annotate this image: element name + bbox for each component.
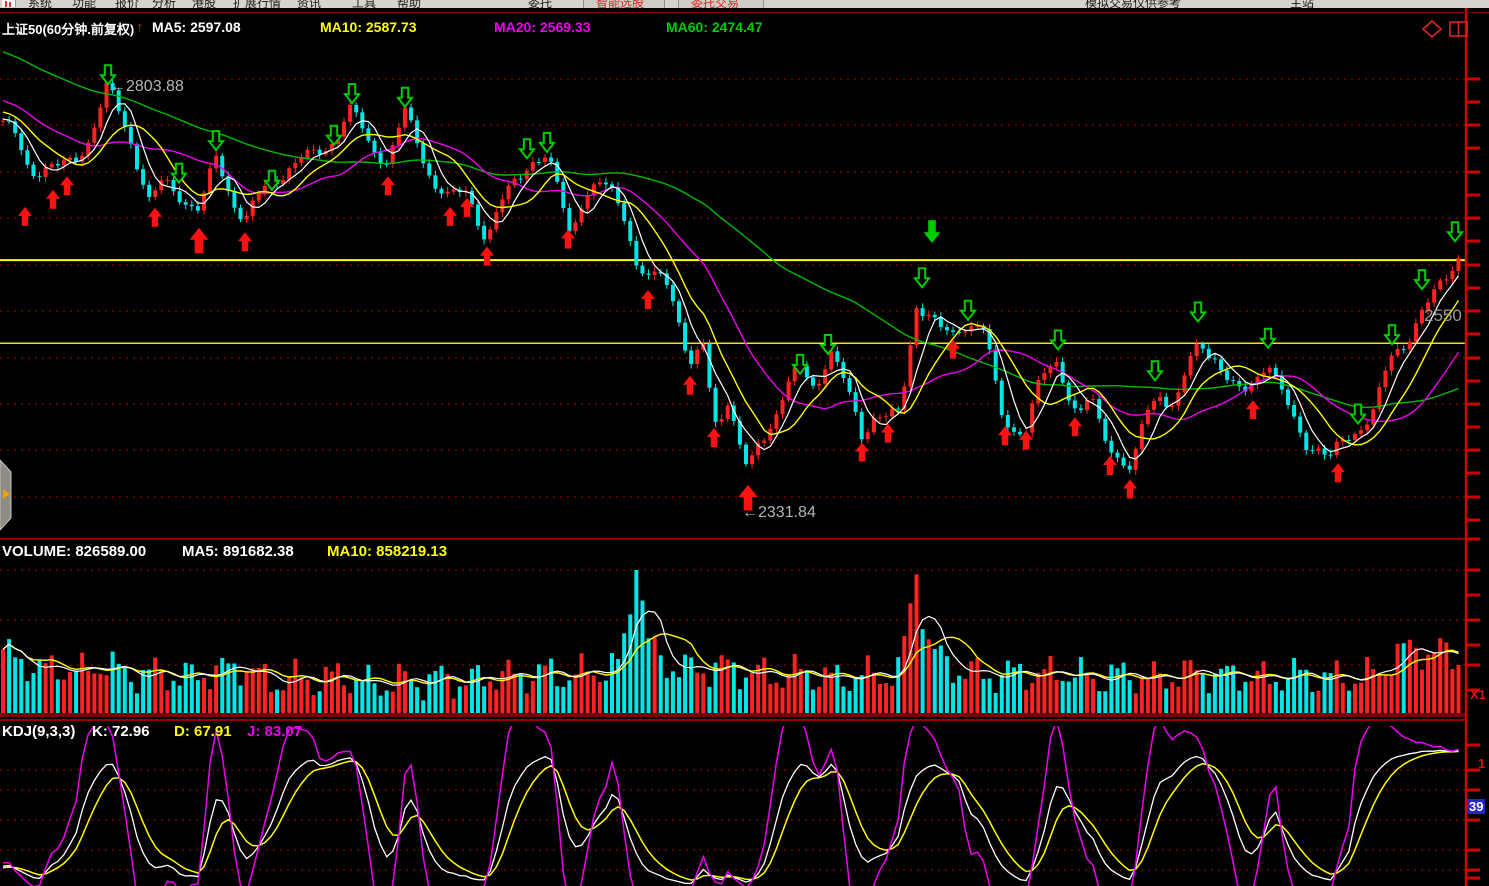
- sell-arrow-icon: [1448, 222, 1462, 241]
- volume-label-2: MA5: 891682.38: [182, 543, 294, 560]
- buy-arrow-icon: [480, 247, 494, 266]
- axis-price-label: 2550: [1424, 306, 1462, 326]
- buy-arrow-icon: [381, 176, 395, 195]
- buy-arrow-icon: [561, 230, 575, 249]
- sell-arrow-icon: [1148, 361, 1162, 380]
- sell-arrow-icon: [924, 220, 941, 243]
- chart-title: 上证50(60分钟.前复权): [2, 19, 134, 38]
- ma-label-2: MA10: 2587.73: [320, 19, 417, 35]
- buy-arrow-icon: [1068, 417, 1082, 436]
- volume-label-3: MA10: 858219.13: [327, 543, 447, 560]
- buy-arrow-icon: [641, 290, 655, 309]
- volume-plot[interactable]: [1, 570, 1461, 714]
- menu-status-2: 主站: [1290, 0, 1314, 8]
- menu-item-8[interactable]: 工具: [352, 0, 376, 8]
- peak-price-label: ←2803.88: [110, 78, 184, 96]
- buy-arrow-icon: [238, 232, 252, 251]
- buy-arrow-icon: [683, 376, 697, 395]
- buy-arrow-icon: [1331, 463, 1345, 482]
- sell-arrow-icon: [821, 335, 835, 354]
- sell-arrow-icon: [540, 133, 554, 152]
- kdj-d-line: [3, 752, 1459, 881]
- buy-arrow-icon: [60, 176, 74, 195]
- buy-arrow-icon: [855, 443, 869, 462]
- trend-up-icon: ↑: [136, 19, 144, 36]
- menu-status-1: 模拟交易仅供参考: [1085, 0, 1181, 8]
- diamond-icon[interactable]: [1423, 21, 1441, 37]
- buy-arrow-icon: [998, 426, 1012, 445]
- left-panel-handle[interactable]: [0, 460, 11, 530]
- menu-item-2[interactable]: 功能: [72, 0, 96, 8]
- menu-item-9[interactable]: 帮助: [397, 0, 421, 8]
- ma-label-3: MA20: 2569.33: [494, 19, 591, 35]
- volume-label-1: VOLUME: 826589.00: [2, 543, 146, 560]
- buy-arrow-icon: [1103, 456, 1117, 475]
- sell-arrow-icon: [1051, 331, 1065, 350]
- menu-item-4[interactable]: 分析: [152, 0, 176, 8]
- volume-ma-line: [3, 611, 1459, 685]
- kdj-axis-label: 1: [1478, 756, 1485, 771]
- kdj-label-2: K: 72.96: [92, 723, 150, 740]
- pane-window-icons: [1420, 19, 1472, 46]
- sell-arrow-icon: [520, 139, 534, 158]
- sell-arrow-icon: [172, 164, 186, 183]
- menu-item-5[interactable]: 港股: [192, 0, 216, 8]
- buy-arrow-icon: [443, 207, 457, 226]
- kdj-label-4: J: 83.07: [247, 723, 302, 740]
- sell-arrow-icon: [1415, 270, 1429, 289]
- app-window: 系统 功能 报价 分析 港股 扩展行情 资讯 工具 帮助 委托 智能选股 委托交易 模拟交易仅供参考 主站…: [0, 0, 1489, 886]
- app-icon[interactable]: [2, 0, 16, 7]
- sell-arrow-icon: [961, 301, 975, 320]
- buy-arrow-icon: [18, 207, 32, 226]
- menu-item-10[interactable]: 委托: [528, 0, 552, 8]
- sell-arrow-icon: [915, 268, 929, 287]
- menu-button-2[interactable]: 委托交易: [678, 0, 764, 8]
- volume-scale-label: X1: [1470, 687, 1486, 702]
- menu-item-7[interactable]: 资讯: [297, 0, 321, 8]
- buy-arrow-icon: [707, 428, 721, 447]
- sell-arrow-icon: [1385, 325, 1399, 344]
- chart-canvas[interactable]: [0, 0, 1489, 886]
- menu-item-6[interactable]: 扩展行情: [233, 0, 281, 8]
- sell-arrow-icon: [345, 84, 359, 103]
- sell-arrow-icon: [1261, 329, 1275, 348]
- buy-arrow-icon: [1246, 400, 1260, 419]
- trough-price-label: ←2331.84: [742, 504, 816, 522]
- buy-arrow-icon: [190, 228, 209, 254]
- ma-label-1: MA5: 2597.08: [152, 19, 241, 35]
- ma60-line: [3, 52, 1459, 408]
- menu-item-3[interactable]: 报价: [115, 0, 139, 8]
- buy-arrow-icon: [1123, 480, 1137, 499]
- buy-arrow-icon: [46, 190, 60, 209]
- menu-item-1[interactable]: 系统: [28, 0, 52, 8]
- main-price-plot[interactable]: [1, 52, 1462, 511]
- kdj-label-1: KDJ(9,3,3): [2, 723, 75, 740]
- ma-label-4: MA60: 2474.47: [666, 19, 763, 35]
- gridlines: [0, 79, 1466, 870]
- buy-arrow-icon: [148, 208, 162, 227]
- menu-button-1[interactable]: 智能选股: [583, 0, 665, 8]
- window-top-border: [0, 12, 1489, 13]
- buy-arrow-icon: [881, 424, 895, 443]
- kdj-label-3: D: 67.91: [174, 723, 232, 740]
- sell-arrow-icon: [1191, 303, 1205, 322]
- sell-arrow-icon: [398, 88, 412, 107]
- menu-bar: 系统 功能 报价 分析 港股 扩展行情 资讯 工具 帮助 委托 智能选股 委托交易 模拟交易仅供参考 主站: [0, 0, 1489, 8]
- kdj-value-badge: 39: [1467, 799, 1485, 814]
